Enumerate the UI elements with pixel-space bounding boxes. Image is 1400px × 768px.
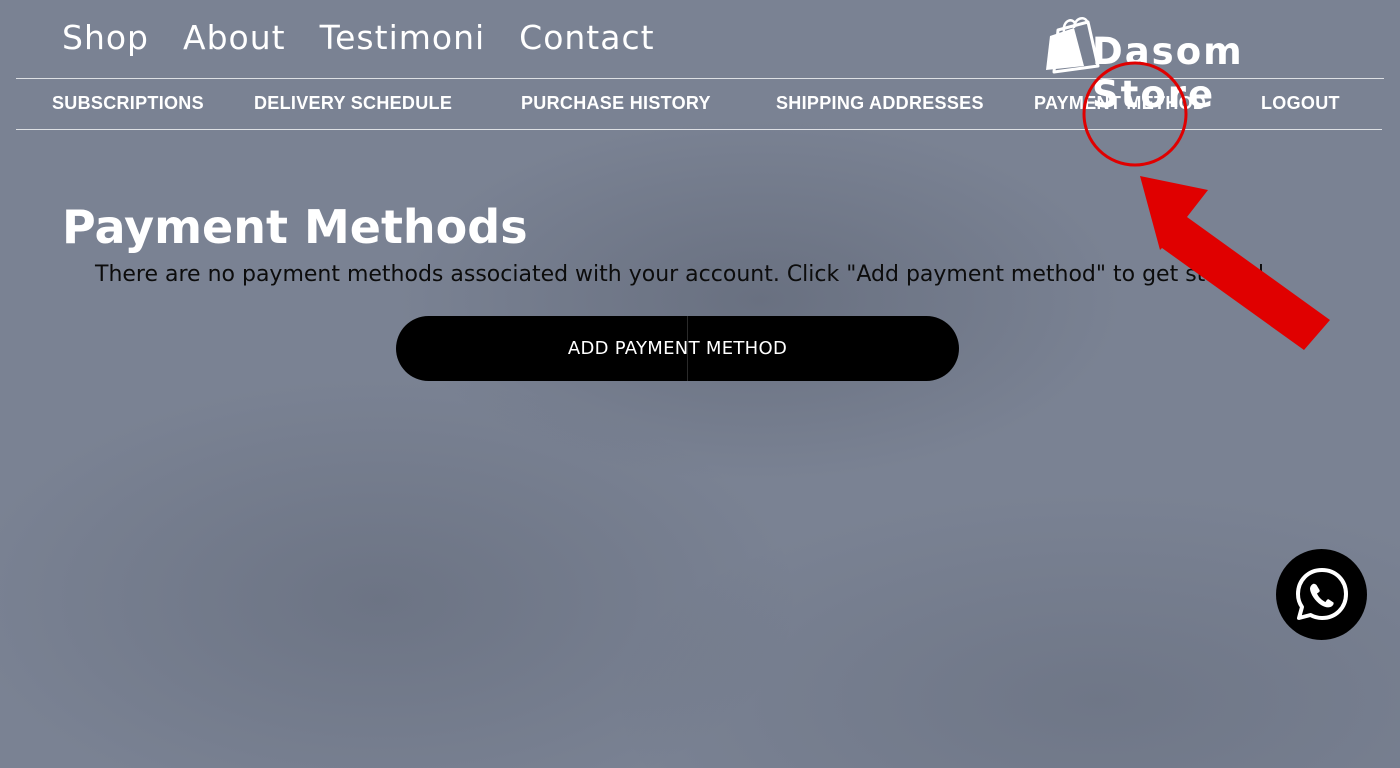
add-payment-method-label: ADD PAYMENT METHOD — [567, 338, 788, 359]
account-nav-subscriptions[interactable]: SUBSCRIPTIONS — [52, 93, 204, 114]
nav-testimoni[interactable]: Testimoni — [320, 18, 486, 57]
account-nav-divider — [16, 129, 1382, 130]
header-divider — [16, 78, 1384, 79]
brand-logo[interactable]: Dasom Store — [1044, 8, 1364, 116]
account-nav-purchase-history[interactable]: PURCHASE HISTORY — [521, 93, 711, 114]
add-payment-method-button[interactable]: ADD PAYMENT METHOD — [396, 316, 959, 381]
account-nav-delivery-schedule[interactable]: DELIVERY SCHEDULE — [254, 93, 452, 114]
account-nav: SUBSCRIPTIONS DELIVERY SCHEDULE PURCHASE… — [0, 93, 1400, 115]
account-nav-payment-method[interactable]: PAYMENT METHOD — [1034, 93, 1206, 114]
nav-shop[interactable]: Shop — [62, 18, 149, 57]
page-title: Payment Methods — [62, 200, 528, 254]
nav-about[interactable]: About — [183, 18, 286, 57]
nav-contact[interactable]: Contact — [519, 18, 654, 57]
empty-state-message: There are no payment methods associated … — [95, 262, 1264, 287]
whatsapp-chat-button[interactable] — [1276, 549, 1367, 640]
whatsapp-icon — [1295, 567, 1348, 620]
account-nav-shipping-addresses[interactable]: SHIPPING ADDRESSES — [776, 93, 984, 114]
top-nav: Shop About Testimoni Contact — [62, 18, 655, 57]
account-nav-logout[interactable]: LOGOUT — [1261, 93, 1340, 114]
